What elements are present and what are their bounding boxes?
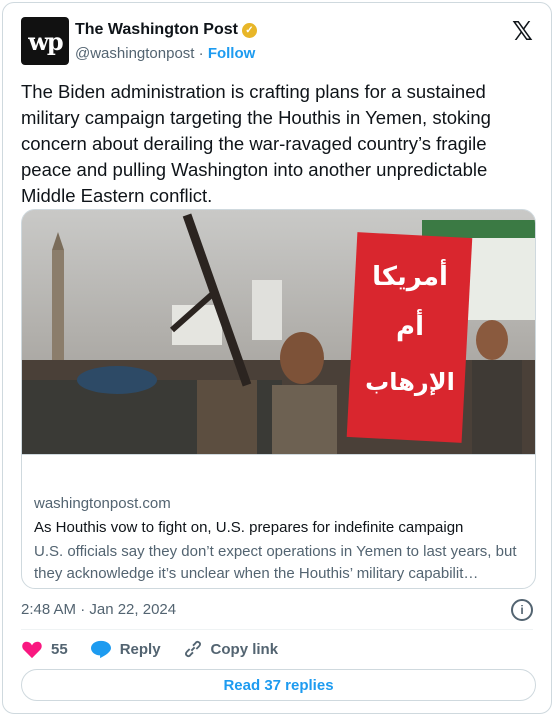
follow-button[interactable]: Follow [208,45,256,62]
heart-icon [22,641,42,659]
action-bar: 55 Reply Copy link [21,639,278,659]
link-icon [184,640,201,658]
handle-row: @washingtonpost · Follow [75,45,255,62]
link-domain: washingtonpost.com [34,495,171,512]
reply-label: Reply [119,640,161,658]
avatar-logo: wp [28,26,63,56]
timestamp[interactable]: 2:48 AM · Jan 22, 2024 [21,601,176,618]
like-button[interactable]: 55 [21,639,68,659]
divider [21,629,533,630]
copy-link-button[interactable]: Copy link [183,639,279,659]
protest-photo: أمريكا أم الإرهاب [22,210,535,454]
verified-badge-icon: ✓ [241,22,257,38]
account-name-row: The Washington Post ✓ [75,21,257,39]
avatar[interactable]: wp [21,17,69,65]
separator-dot: · [198,45,204,62]
sign-text-2: أم [396,309,424,342]
read-replies-button[interactable]: Read 37 replies [21,669,536,701]
like-count: 55 [51,640,68,658]
sign-text-3: الإرهاب [365,368,455,396]
link-title: As Houthis vow to fight on, U.S. prepare… [34,519,464,536]
reply-button[interactable]: Reply [90,639,161,659]
reply-bubble-icon [90,640,111,659]
link-card-image: أمريكا أم الإرهاب [22,210,535,454]
account-name[interactable]: The Washington Post [75,21,238,39]
copy-link-label: Copy link [210,640,279,658]
link-description: U.S. officials say they don’t expect ope… [34,543,517,582]
tweet-text: The Biden administration is crafting pla… [21,81,491,206]
x-logo-icon[interactable]: 𝕏 [512,17,533,47]
info-icon[interactable]: i [511,599,533,621]
embedded-tweet-card: wp The Washington Post ✓ @washingtonpost… [2,2,552,714]
link-card-info: washingtonpost.com As Houthis vow to fig… [22,454,535,588]
account-handle[interactable]: @washingtonpost [75,45,194,62]
link-card[interactable]: أمريكا أم الإرهاب washingtonpost.com As … [21,209,536,589]
sign-text-1: أمريكا [372,259,448,292]
